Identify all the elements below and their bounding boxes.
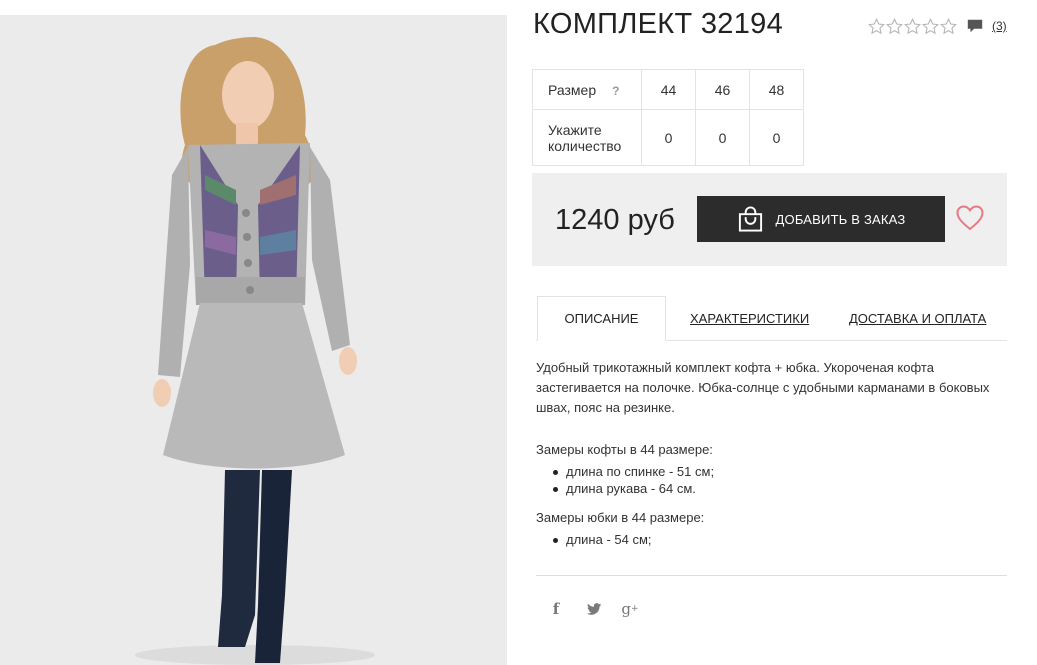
quantity-input-46[interactable]: 0	[695, 109, 750, 166]
tab-delivery-payment[interactable]: ДОСТАВКА И ОПЛАТА	[849, 296, 986, 341]
size-table: Размер? 44 46 48 Укажите количество 0 0 …	[532, 69, 804, 166]
divider	[536, 575, 1007, 576]
skirt-measurements-list: длина - 54 см;	[553, 531, 652, 548]
google-plus-sign: +	[631, 604, 639, 614]
google-plus-letter: g	[621, 600, 632, 618]
reviews-link[interactable]: (3)	[992, 19, 1007, 33]
comment-icon[interactable]	[966, 17, 984, 35]
quantity-row: Укажите количество 0 0 0	[532, 109, 804, 166]
price: 1240 руб	[555, 204, 675, 236]
jacket-measurements-list: длина по спинке - 51 см; длина рукава - …	[553, 463, 714, 497]
size-44: 44	[641, 69, 696, 110]
heart-icon[interactable]	[956, 205, 984, 231]
size-48: 48	[749, 69, 804, 110]
twitter-icon[interactable]	[584, 599, 604, 619]
shopping-bag-icon	[738, 206, 762, 232]
google-plus-icon[interactable]: g +	[620, 599, 640, 619]
size-label-cell: Размер?	[532, 69, 642, 110]
product-photo[interactable]	[0, 15, 507, 665]
skirt-measurements-heading: Замеры юбки в 44 размере:	[536, 510, 705, 525]
tab-description[interactable]: ОПИСАНИЕ	[537, 296, 666, 341]
star-icon[interactable]	[940, 17, 957, 35]
add-to-order-button[interactable]: ДОБАВИТЬ В ЗАКАЗ	[697, 196, 945, 242]
quantity-input-48[interactable]: 0	[749, 109, 804, 166]
add-to-order-label: ДОБАВИТЬ В ЗАКАЗ	[775, 211, 906, 227]
star-icon[interactable]	[922, 17, 939, 35]
tab-characteristics[interactable]: ХАРАКТЕРИСТИКИ	[690, 296, 809, 341]
help-icon[interactable]: ?	[612, 84, 619, 98]
product-title: КОМПЛЕКТ 32194	[533, 8, 784, 40]
quantity-label: Укажите количество	[532, 109, 642, 166]
quantity-input-44[interactable]: 0	[641, 109, 696, 166]
star-icon[interactable]	[904, 17, 921, 35]
list-item: длина по спинке - 51 см;	[553, 463, 714, 480]
star-icon[interactable]	[868, 17, 885, 35]
size-46: 46	[695, 69, 750, 110]
twitter-bird-icon	[586, 603, 602, 615]
size-label: Размер	[548, 81, 597, 98]
list-item: длина - 54 см;	[553, 531, 652, 548]
jacket-measurements-heading: Замеры кофты в 44 размере:	[536, 442, 713, 457]
product-photo-illustration	[0, 15, 507, 665]
list-item: длина рукава - 64 см.	[553, 480, 714, 497]
price-bar: 1240 руб ДОБАВИТЬ В ЗАКАЗ	[532, 173, 1007, 266]
star-icon[interactable]	[886, 17, 903, 35]
size-row: Размер? 44 46 48	[532, 69, 804, 110]
facebook-icon[interactable]: f	[546, 599, 566, 619]
rating: (3)	[868, 17, 1007, 35]
product-description: Удобный трикотажный комплект кофта + юбк…	[536, 360, 990, 415]
